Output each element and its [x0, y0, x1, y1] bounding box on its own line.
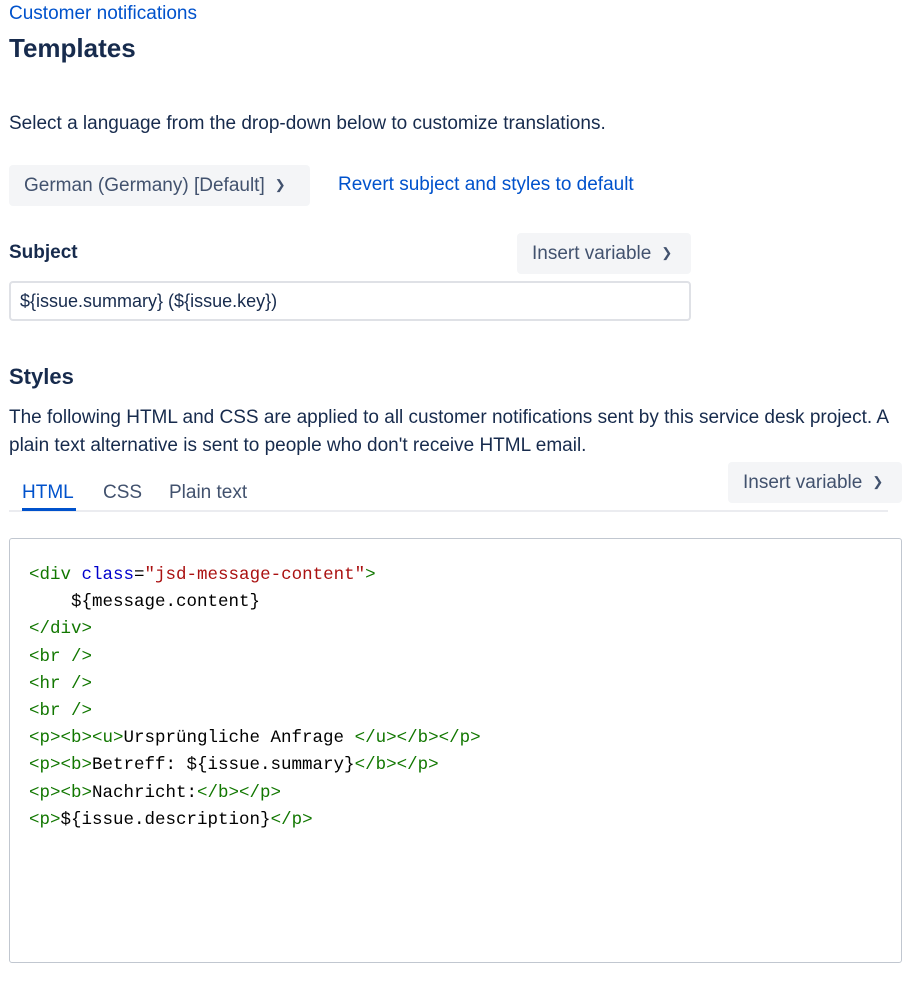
revert-to-default-link[interactable]: Revert subject and styles to default: [338, 174, 634, 196]
code-line: <p><b>Betreff: ${issue.summary}</b></p>: [29, 752, 481, 779]
code-token: <p>: [29, 809, 61, 830]
code-line: <br />: [29, 644, 481, 671]
code-token: ${message.content}: [29, 592, 261, 613]
code-token: </b></p>: [197, 782, 282, 803]
html-code-editor[interactable]: <div class="jsd-message-content"> ${mess…: [9, 538, 902, 963]
code-token: </p>: [270, 809, 313, 830]
intro-text: Select a language from the drop-down bel…: [9, 113, 606, 134]
tab-plain-text[interactable]: Plain text: [169, 482, 247, 504]
styles-heading: Styles: [9, 364, 74, 389]
code-content: <div class="jsd-message-content"> ${mess…: [29, 562, 481, 834]
subject-input[interactable]: [9, 281, 691, 321]
code-token: Ursprüngliche Anfrage: [123, 728, 355, 749]
code-line: <p><b><u>Ursprüngliche Anfrage </u></b><…: [29, 725, 481, 752]
styles-description: The following HTML and CSS are applied t…: [9, 407, 889, 456]
active-tab-indicator: [22, 508, 76, 511]
chevron-down-icon: ❯: [274, 176, 286, 192]
code-token: <br />: [29, 701, 93, 722]
insert-variable-label: Insert variable: [532, 242, 652, 264]
code-token: <p><b>: [29, 782, 93, 803]
code-token: <p><b>: [29, 755, 93, 776]
code-line: </div>: [29, 616, 481, 643]
code-token: <br />: [29, 646, 93, 667]
code-line: <hr />: [29, 671, 481, 698]
code-token: <div: [29, 565, 82, 585]
code-token: </b></p>: [354, 755, 439, 776]
code-token: class: [81, 565, 135, 585]
code-token: =: [134, 565, 145, 585]
code-line: <br />: [29, 698, 481, 725]
code-token: >: [365, 565, 376, 585]
code-token: <p><b><u>: [29, 728, 124, 749]
code-token: Nachricht:: [92, 782, 198, 803]
code-token: </div>: [29, 619, 93, 640]
styles-tabs: HTML CSS Plain text: [9, 478, 888, 512]
subject-label: Subject: [9, 242, 78, 263]
code-token: <hr />: [29, 673, 93, 694]
code-token: "jsd-message-content": [144, 565, 366, 585]
language-dropdown[interactable]: German (Germany) [Default] ❯: [9, 165, 310, 206]
subject-insert-variable-button[interactable]: Insert variable ❯: [517, 233, 691, 274]
code-line: <p>${issue.description}</p>: [29, 807, 481, 834]
code-token: </u></b></p>: [354, 728, 481, 749]
code-line: <p><b>Nachricht:</b></p>: [29, 780, 481, 807]
language-dropdown-value: German (Germany) [Default]: [24, 174, 265, 196]
page-title: Templates: [9, 33, 136, 63]
code-line: <div class="jsd-message-content">: [29, 562, 481, 589]
code-token: Betreff: ${issue.summary}: [92, 755, 355, 776]
tab-html[interactable]: HTML: [22, 482, 74, 504]
breadcrumb-customer-notifications[interactable]: Customer notifications: [9, 3, 197, 25]
code-token: ${issue.description}: [60, 809, 271, 830]
tab-css[interactable]: CSS: [103, 482, 142, 504]
chevron-down-icon: ❯: [661, 244, 673, 260]
code-line: ${message.content}: [29, 589, 481, 616]
